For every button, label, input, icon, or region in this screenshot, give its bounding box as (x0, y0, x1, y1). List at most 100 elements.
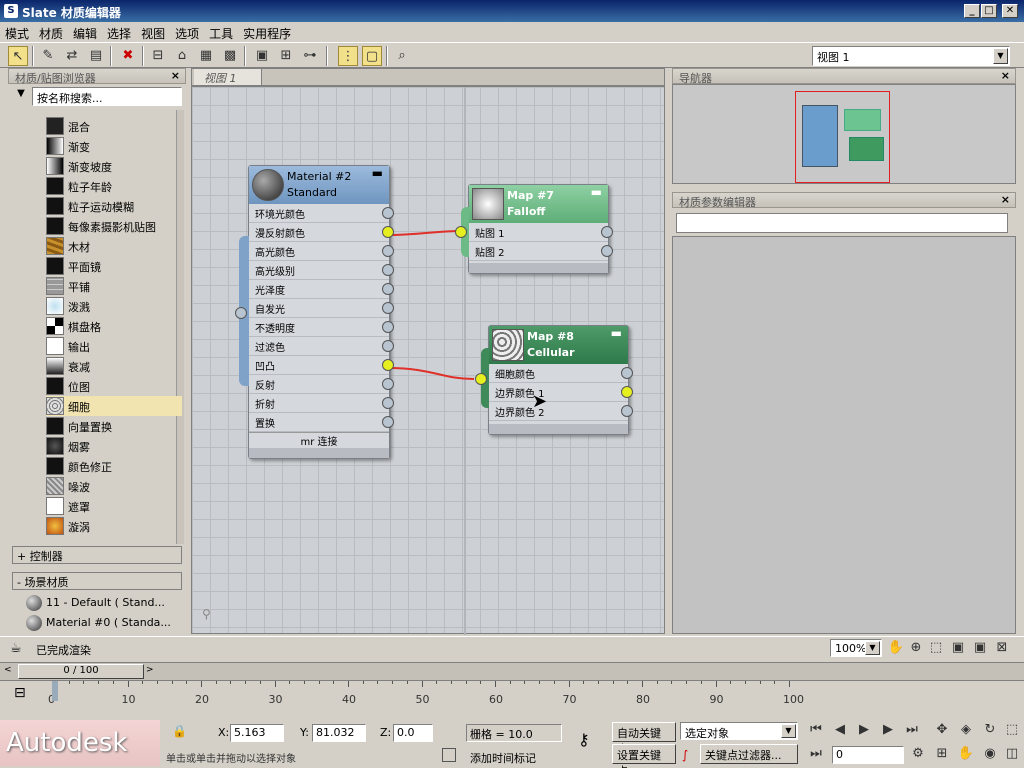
close-icon[interactable]: × (1001, 69, 1010, 82)
minimize-icon[interactable]: ▬ (591, 185, 602, 199)
node-slot[interactable]: 过滤色 (249, 337, 394, 356)
field-of-view-icon[interactable]: ◉ (980, 744, 1000, 764)
slot-socket[interactable] (382, 245, 394, 257)
time-slider-thumb[interactable]: 0 / 100 (18, 664, 144, 679)
auto-key-button[interactable]: 自动关键点 (612, 722, 676, 756)
z-field[interactable]: 0.0 (393, 724, 433, 742)
next-key-icon[interactable]: ▶ (878, 720, 898, 740)
list-item[interactable]: 颜色修正 (46, 456, 182, 476)
pan-view-icon[interactable]: ✋ (956, 744, 976, 764)
move-children-icon[interactable]: ⊟ (148, 46, 168, 66)
go-end-icon[interactable]: ⏭ (902, 720, 922, 740)
current-frame-field[interactable]: 0 (832, 746, 904, 764)
node-slot[interactable]: 凹凸 (249, 356, 394, 375)
slot-socket[interactable] (382, 264, 394, 276)
zoom-all-icon[interactable]: ⊞ (932, 744, 952, 764)
prev-frame-icon[interactable]: < (4, 665, 16, 679)
scene-material-item[interactable]: 11 - Default ( Stand... (26, 594, 176, 612)
node-slot[interactable]: 置换 (249, 413, 394, 432)
list-item[interactable]: 粒子年龄 (46, 176, 182, 196)
slot-socket[interactable] (621, 405, 633, 417)
search-input[interactable]: 按名称搜索... (32, 87, 182, 106)
set-key-button[interactable]: 设置关键点 (612, 744, 676, 768)
falloff-node[interactable]: Map #7 Falloff ▬ 贴图 1 贴图 2 (455, 184, 613, 274)
key-mode-icon[interactable]: ⏭ (806, 744, 826, 764)
orbit-icon[interactable]: ◈ (956, 720, 976, 740)
list-item[interactable]: 粒子运动模糊 (46, 196, 182, 216)
go-start-icon[interactable]: ⏮ (806, 720, 826, 740)
key-target-dropdown[interactable]: 选定对象 ▼ (680, 722, 798, 740)
list-item[interactable]: 位图 (46, 376, 182, 396)
prev-key-icon[interactable]: ◀ (830, 720, 850, 740)
node-slot[interactable]: 折射 (249, 394, 394, 413)
cellular-node-header[interactable]: Map #8 Cellular ▬ (489, 326, 628, 364)
node-slot[interactable]: 边界颜色 2 (489, 402, 633, 421)
close-icon[interactable]: × (171, 69, 180, 82)
view-select-dropdown[interactable]: 视图 1 ▼ (812, 46, 1010, 66)
y-field[interactable]: 81.032 (312, 724, 366, 742)
node-slot[interactable]: 漫反射颜色 (249, 223, 394, 242)
node-slot[interactable]: 光泽度 (249, 280, 394, 299)
zoom-extents-icon[interactable]: ▣ (948, 638, 968, 658)
node-slot[interactable]: 边界颜色 1 (489, 383, 633, 402)
layout-children-icon[interactable]: ⊞ (276, 46, 296, 66)
next-frame-icon[interactable]: > (146, 665, 158, 679)
find-node-icon[interactable]: ⌕ (392, 46, 412, 66)
list-item[interactable]: 输出 (46, 336, 182, 356)
minimize-button[interactable]: _ (964, 4, 980, 18)
x-field[interactable]: 5.163 (230, 724, 284, 742)
node-slot[interactable]: 贴图 2 (469, 242, 613, 261)
slot-socket[interactable] (382, 207, 394, 219)
put-to-scene-icon[interactable]: ⇄ (62, 46, 82, 66)
hide-unused-icon[interactable]: ⌂ (172, 46, 192, 66)
slot-socket[interactable] (601, 245, 613, 257)
slot-socket[interactable] (601, 226, 613, 238)
tab-view-1[interactable]: 视图 1 (194, 69, 262, 85)
node-slot[interactable]: 细胞颜色 (489, 364, 633, 383)
node-slot[interactable]: 高光颜色 (249, 242, 394, 261)
list-item[interactable]: 混合 (46, 116, 182, 136)
list-item[interactable]: 衰减 (46, 356, 182, 376)
show-map-icon[interactable]: ▦ (196, 46, 216, 66)
add-time-tag[interactable]: 添加时间标记 (470, 750, 536, 766)
node-view-icon[interactable]: ⋮ (338, 46, 358, 66)
key-filters-button[interactable]: 关键点过滤器... (700, 744, 798, 764)
slot-socket[interactable] (621, 367, 633, 379)
node-view-canvas[interactable]: Material #2 Standard ▬ 环境光颜色 漫反射颜色 高光颜色 高光级… (191, 86, 665, 635)
min-max-toggle-icon[interactable]: ◫ (1002, 744, 1022, 764)
list-item[interactable]: 每像素摄影机贴图 (46, 216, 182, 236)
slot-socket[interactable] (382, 283, 394, 295)
list-item[interactable]: 细胞 (46, 396, 182, 416)
scene-materials-group[interactable]: - 场景材质 (12, 572, 182, 590)
material-node-header[interactable]: Material #2 Standard ▬ (249, 166, 389, 204)
list-item[interactable]: 渐变 (46, 136, 182, 156)
delete-icon[interactable]: ✖ (118, 46, 138, 66)
material-node[interactable]: Material #2 Standard ▬ 环境光颜色 漫反射颜色 高光颜色 高光级… (235, 165, 394, 459)
slot-socket[interactable] (382, 397, 394, 409)
zoom-region-icon[interactable]: ⬚ (926, 638, 946, 658)
list-item[interactable]: 平铺 (46, 276, 182, 296)
arc-rotate-icon[interactable]: ↻ (980, 720, 1000, 740)
mr-connection-slot[interactable]: mr 连接 (249, 432, 389, 448)
list-item[interactable]: 平面镜 (46, 256, 182, 276)
controllers-group[interactable]: + 控制器 (12, 546, 182, 564)
param-name-field[interactable] (676, 213, 1008, 233)
eyedropper-icon[interactable]: ✎ (38, 46, 58, 66)
fit-view-icon[interactable]: ⊠ (992, 638, 1012, 658)
minimize-icon[interactable]: ▬ (372, 166, 383, 180)
time-tag-icon[interactable] (442, 748, 456, 762)
maximize-button[interactable]: □ (981, 4, 997, 18)
falloff-node-header[interactable]: Map #7 Falloff ▬ (469, 185, 608, 223)
current-frame-marker[interactable] (52, 681, 58, 701)
list-item[interactable]: 烟雾 (46, 436, 182, 456)
move-view-icon[interactable]: ✥ (932, 720, 952, 740)
node-slot[interactable]: 贴图 1 (469, 223, 613, 242)
close-icon[interactable]: × (1001, 193, 1010, 206)
list-item[interactable]: 漩涡 (46, 516, 182, 536)
close-button[interactable]: ✕ (1002, 4, 1018, 18)
slot-socket[interactable] (382, 226, 394, 238)
param-editor-icon[interactable]: ▢ (362, 46, 382, 66)
minimize-icon[interactable]: ▬ (611, 326, 622, 340)
curve-editor-icon[interactable]: ⊟ (14, 685, 26, 701)
list-item[interactable]: 木材 (46, 236, 182, 256)
